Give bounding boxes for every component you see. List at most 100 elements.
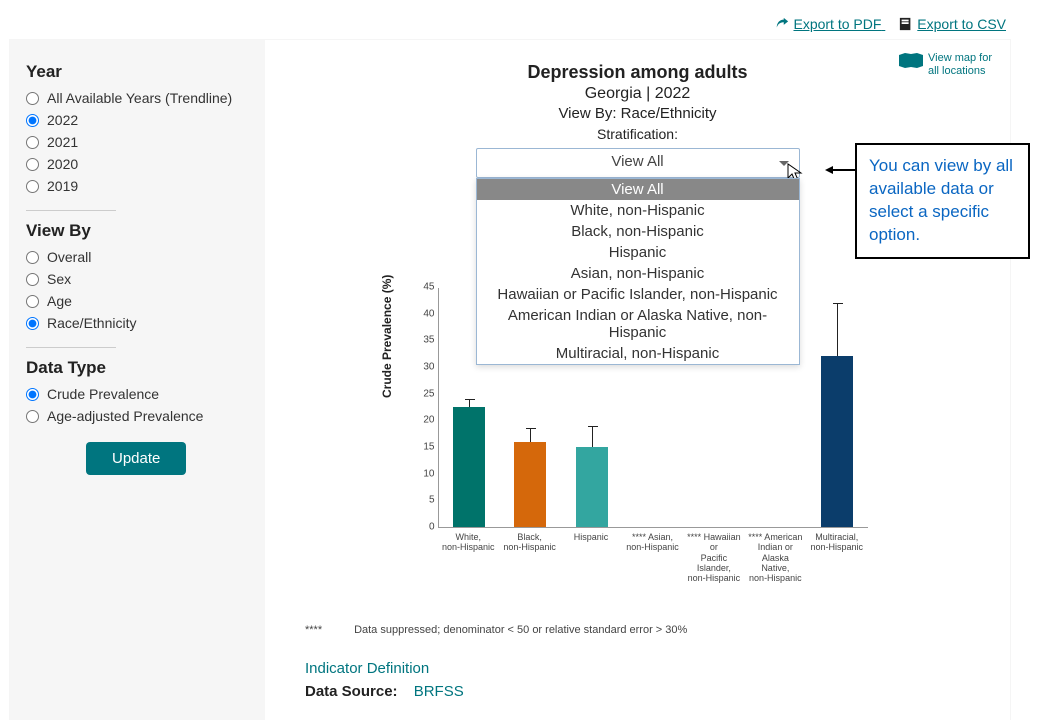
bar[interactable] [453,407,485,527]
y-tick: 15 [411,442,435,453]
dropdown-option[interactable]: Black, non-Hispanic [477,221,799,242]
divider [26,347,116,348]
datatype-heading: Data Type [26,358,249,378]
stratification-select-wrap: View All View AllWhite, non-HispanicBlac… [476,148,800,178]
bar-slot [806,288,867,527]
radio-input[interactable] [26,410,39,423]
y-tick: 30 [411,362,435,373]
radio-option[interactable]: 2019 [26,178,249,194]
us-map-icon [898,52,924,70]
x-tick-label: White,non-Hispanic [438,528,499,584]
radio-label: 2021 [47,134,78,150]
x-axis-labels: White,non-HispanicBlack,non-HispanicHisp… [438,528,868,584]
dropdown-option[interactable]: View All [477,179,799,200]
radio-label: Crude Prevalence [47,386,159,402]
x-tick-label: Black,non-Hispanic [499,528,560,584]
dropdown-option[interactable]: Hispanic [477,242,799,263]
radio-option[interactable]: All Available Years (Trendline) [26,90,249,106]
chart-location-year: Georgia | 2022 [285,85,990,103]
radio-option[interactable]: 2021 [26,134,249,150]
radio-option[interactable]: 2022 [26,112,249,128]
x-tick-label: **** Hawaiian orPacific Islander,non-His… [683,528,744,584]
dropdown-option[interactable]: Asian, non-Hispanic [477,263,799,284]
radio-option[interactable]: Age-adjusted Prevalence [26,408,249,424]
share-icon [775,17,789,31]
dropdown-option[interactable]: Multiracial, non-Hispanic [477,343,799,364]
viewby-heading: View By [26,221,249,241]
stratification-select[interactable]: View All [476,148,800,178]
radio-option[interactable]: Race/Ethnicity [26,315,249,331]
y-tick: 40 [411,308,435,319]
radio-input[interactable] [26,317,39,330]
y-tick: 20 [411,415,435,426]
radio-input[interactable] [26,158,39,171]
export-pdf-link[interactable]: Export to PDF [775,16,885,32]
x-tick-label: Multiracial,non-Hispanic [806,528,867,584]
radio-label: Overall [47,249,91,265]
data-source-row: Data Source: BRFSS [305,683,990,700]
update-button[interactable]: Update [86,442,186,475]
export-pdf-label: Export to PDF [793,16,881,32]
y-axis-label: Crude Prevalence (%) [380,275,394,398]
stratification-dropdown[interactable]: View AllWhite, non-HispanicBlack, non-Hi… [476,178,800,365]
divider [26,210,116,211]
bar[interactable] [821,356,853,527]
radio-option[interactable]: Overall [26,249,249,265]
content-panel: View map for all locations Depression am… [265,40,1010,720]
bar[interactable] [576,447,608,527]
dropdown-option[interactable]: Hawaiian or Pacific Islander, non-Hispan… [477,284,799,305]
y-tick: 25 [411,388,435,399]
chart-title: Depression among adults [285,62,990,83]
data-source-value[interactable]: BRFSS [414,683,464,700]
radio-label: Age [47,293,72,309]
radio-input[interactable] [26,114,39,127]
bar[interactable] [514,442,546,527]
map-link-line1: View map for [928,52,992,64]
map-link-line2: all locations [928,65,985,77]
radio-input[interactable] [26,180,39,193]
chart-viewby-line: View By: Race/Ethnicity [285,105,990,122]
suppression-footnote: **** Data suppressed; denominator < 50 o… [305,624,990,636]
year-heading: Year [26,62,249,82]
y-tick: 10 [411,468,435,479]
radio-input[interactable] [26,273,39,286]
y-tick: 35 [411,335,435,346]
radio-input[interactable] [26,92,39,105]
radio-option[interactable]: Age [26,293,249,309]
radio-option[interactable]: 2020 [26,156,249,172]
radio-input[interactable] [26,136,39,149]
y-tick: 45 [411,282,435,293]
sidebar: Year All Available Years (Trendline) 2022… [10,40,265,720]
export-bar: Export to PDF Export to CSV [0,0,1042,40]
radio-label: Age-adjusted Prevalence [47,408,203,424]
indicator-definition-link[interactable]: Indicator Definition [305,660,990,677]
dropdown-option[interactable]: American Indian or Alaska Native, non-Hi… [477,305,799,343]
radio-label: Sex [47,271,71,287]
radio-label: All Available Years (Trendline) [47,90,232,106]
radio-label: 2019 [47,178,78,194]
view-map-link[interactable]: View map for all locations [898,52,998,78]
radio-option[interactable]: Sex [26,271,249,287]
x-tick-label: Hispanic [560,528,621,584]
main-panel: Year All Available Years (Trendline) 2022… [10,40,1010,720]
export-csv-label: Export to CSV [917,16,1006,32]
radio-label: 2020 [47,156,78,172]
tooltip-arrow-icon [825,165,855,167]
stratification-selected: View All [611,153,663,170]
radio-input[interactable] [26,295,39,308]
radio-input[interactable] [26,388,39,401]
radio-label: Race/Ethnicity [47,315,136,331]
dropdown-option[interactable]: White, non-Hispanic [477,200,799,221]
help-tooltip: You can view by all available data or se… [855,143,1030,259]
radio-input[interactable] [26,251,39,264]
y-tick: 0 [411,522,435,533]
radio-option[interactable]: Crude Prevalence [26,386,249,402]
export-csv-link[interactable]: Export to CSV [899,16,1006,32]
stratification-label: Stratification: [285,126,990,142]
y-tick: 5 [411,495,435,506]
radio-label: 2022 [47,112,78,128]
x-tick-label: **** American Indian orAlaska Native,non… [745,528,806,584]
suppression-text: Data suppressed; denominator < 50 or rel… [354,624,687,636]
x-tick-label: **** Asian,non-Hispanic [622,528,683,584]
file-icon [899,17,913,31]
